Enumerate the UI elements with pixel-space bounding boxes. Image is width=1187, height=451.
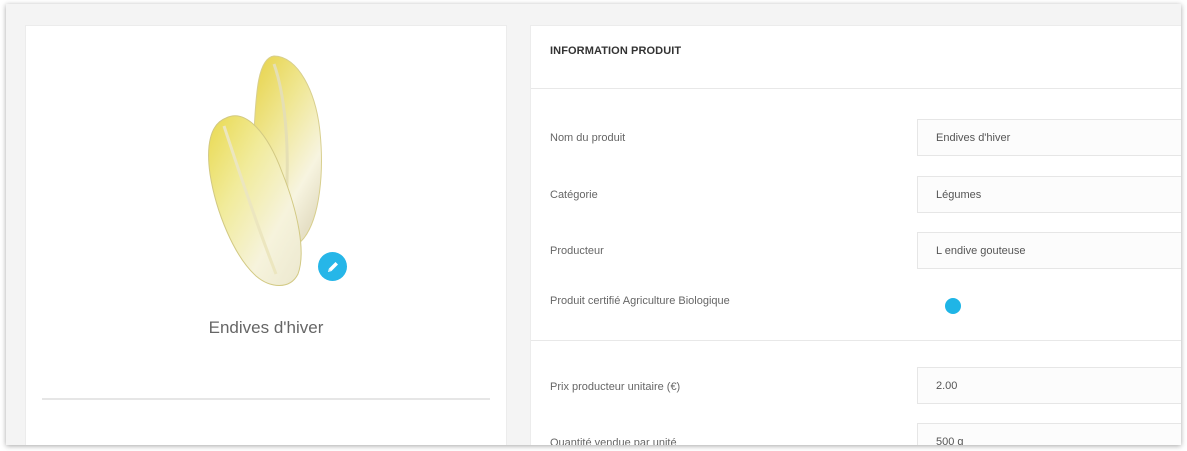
label-quantity-per-unit: Quantité vendue par unité bbox=[550, 437, 677, 445]
pencil-icon bbox=[327, 261, 338, 272]
product-info-card: INFORMATION PRODUIT Nom du produit Endiv… bbox=[530, 25, 1181, 445]
section-title: INFORMATION PRODUIT bbox=[550, 45, 682, 57]
label-bio-certified: Produit certifié Agriculture Biologique bbox=[550, 295, 730, 307]
producer-field[interactable]: L endive gouteuse bbox=[917, 232, 1181, 269]
label-product-name: Nom du produit bbox=[550, 132, 626, 144]
divider bbox=[42, 398, 490, 400]
product-name-caption: Endives d'hiver bbox=[208, 318, 324, 337]
app-frame: Endives d'hiver INFORMATION PRODUIT Nom … bbox=[6, 4, 1181, 445]
quantity-per-unit-field[interactable]: 500 g bbox=[917, 423, 1181, 445]
category-field[interactable]: Légumes bbox=[917, 176, 1181, 213]
bio-certified-toggle[interactable] bbox=[945, 298, 961, 314]
label-category: Catégorie bbox=[550, 189, 598, 201]
product-image-card: Endives d'hiver bbox=[25, 25, 507, 445]
label-unit-price: Prix producteur unitaire (€) bbox=[550, 381, 681, 393]
edit-image-button[interactable] bbox=[318, 252, 347, 281]
section-divider bbox=[531, 340, 1181, 341]
section-divider bbox=[531, 88, 1181, 89]
product-name-field[interactable]: Endives d'hiver bbox=[917, 119, 1181, 156]
unit-price-field[interactable]: 2.00 bbox=[917, 367, 1181, 404]
label-producer: Producteur bbox=[550, 245, 604, 257]
